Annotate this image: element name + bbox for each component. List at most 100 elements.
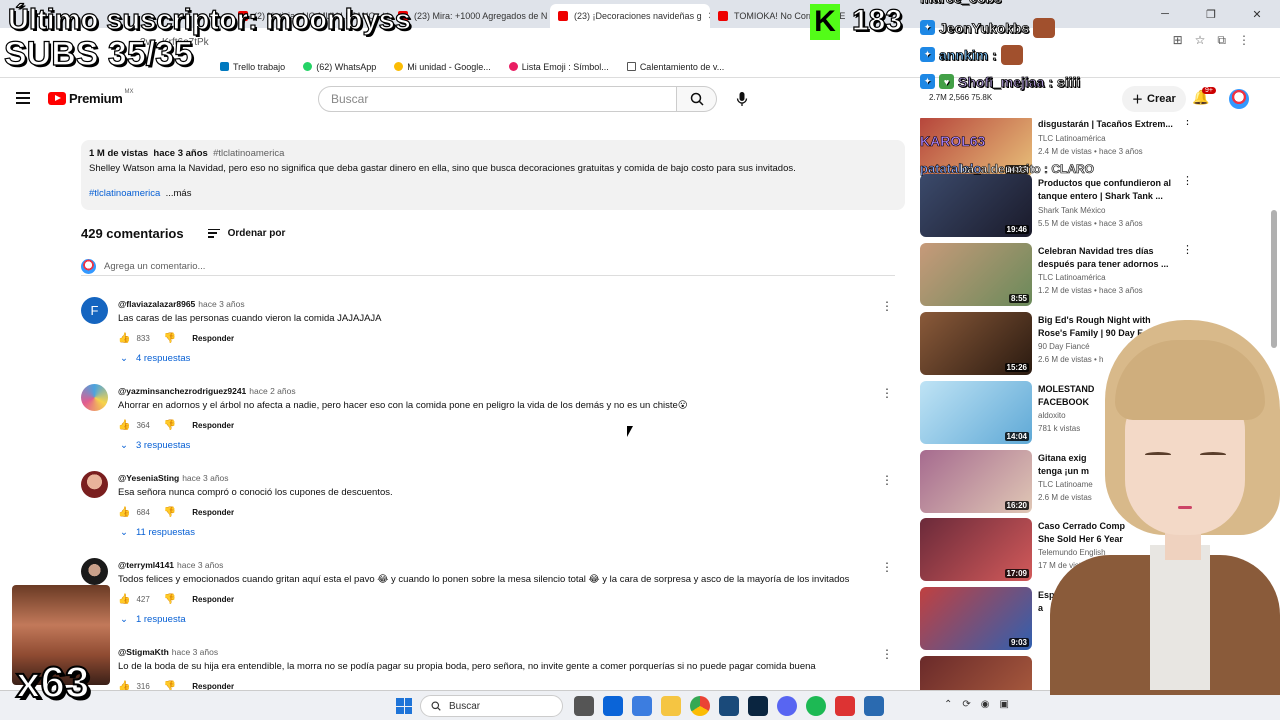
dislike-icon[interactable]: 👎 xyxy=(164,507,176,518)
maximize-icon[interactable]: ❐ xyxy=(1188,0,1234,28)
comment-time[interactable]: hace 2 años xyxy=(249,386,295,396)
reply-button[interactable]: Responder xyxy=(192,682,234,690)
reply-button[interactable]: Responder xyxy=(192,508,234,517)
dislike-icon[interactable]: 👎 xyxy=(164,420,176,431)
like-icon[interactable]: 👍 xyxy=(118,420,130,431)
extension-icon[interactable]: ⧉ xyxy=(1217,33,1226,48)
tray-app-icon[interactable]: ◉ xyxy=(981,699,990,710)
dislike-icon[interactable]: 👎 xyxy=(164,594,176,605)
reply-button[interactable]: Responder xyxy=(192,595,234,604)
comment-menu-icon[interactable]: ⋮ xyxy=(881,647,893,661)
hashtag-link[interactable]: #tlclatinoamerica xyxy=(89,188,160,199)
install-icon[interactable]: ⊞ xyxy=(1173,33,1183,48)
commenter-avatar[interactable] xyxy=(81,384,108,411)
sort-comments-button[interactable]: Ordenar por xyxy=(207,228,285,239)
hamburger-menu-icon[interactable] xyxy=(16,92,30,104)
comment-menu-icon[interactable]: ⋮ xyxy=(881,386,893,400)
video-menu-icon[interactable]: ⋮ xyxy=(1182,118,1193,127)
youtube-premium-logo[interactable]: Premium MX xyxy=(48,89,134,106)
like-icon[interactable]: 👍 xyxy=(118,594,130,605)
app-icon[interactable] xyxy=(835,696,855,716)
author-link[interactable]: @yazminsanchezrodriguez9241 xyxy=(118,386,246,396)
channel-name[interactable]: TLC Latinoamérica xyxy=(1038,134,1106,143)
video-thumbnail[interactable]: 15:26 xyxy=(920,312,1032,375)
author-link[interactable]: @StigmaKth xyxy=(118,647,169,657)
account-avatar[interactable] xyxy=(1229,89,1249,109)
channel-name[interactable]: TLC Latinoamérica xyxy=(1038,273,1106,282)
view-replies-button[interactable]: ⌄ 4 respuestas xyxy=(120,353,190,364)
view-replies-button[interactable]: ⌄ 1 respuesta xyxy=(120,614,186,625)
video-title[interactable]: Celebran Navidad tres días después para … xyxy=(1038,245,1176,271)
bookmark-item[interactable]: Mi unidad - Google... xyxy=(394,62,491,72)
vtube-icon[interactable] xyxy=(864,696,884,716)
video-title[interactable]: Productos que confundieron al tanque ent… xyxy=(1038,177,1176,203)
video-thumbnail[interactable]: 16:20 xyxy=(920,450,1032,513)
bookmark-item[interactable]: Calentamiento de v... xyxy=(626,62,724,72)
comment-menu-icon[interactable]: ⋮ xyxy=(881,299,893,313)
star-icon[interactable]: ☆ xyxy=(1195,33,1206,48)
view-replies-button[interactable]: ⌄ 3 respuestas xyxy=(120,440,190,451)
comment-time[interactable]: hace 3 años xyxy=(177,560,223,570)
comment-time[interactable]: hace 3 años xyxy=(182,473,228,483)
author-link[interactable]: @flaviazalazar8965 xyxy=(118,299,195,309)
comment-menu-icon[interactable]: ⋮ xyxy=(881,473,893,487)
file-explorer-icon[interactable] xyxy=(661,696,681,716)
dislike-icon[interactable]: 👎 xyxy=(164,681,176,690)
commenter-avatar[interactable] xyxy=(81,558,108,585)
bookmark-item[interactable]: Lista Emoji : Símbol... xyxy=(508,62,609,72)
channel-name[interactable]: Shark Tank México xyxy=(1038,206,1105,215)
video-thumbnail[interactable]: 17:09 xyxy=(920,518,1032,581)
comment-time[interactable]: hace 3 años xyxy=(198,299,244,309)
tray-app-icon[interactable]: ▣ xyxy=(1000,699,1009,710)
outlook-icon[interactable] xyxy=(603,696,623,716)
tray-chevron-icon[interactable]: ⌃ xyxy=(944,699,952,710)
bookmark-item[interactable]: Trello trabajo xyxy=(220,62,285,72)
photoshop-icon[interactable] xyxy=(748,696,768,716)
show-more-link[interactable]: ...más xyxy=(166,188,192,199)
taskbar-search[interactable]: Buscar xyxy=(420,695,563,717)
commenter-avatar[interactable]: F xyxy=(81,297,108,324)
like-icon[interactable]: 👍 xyxy=(118,681,130,690)
menu-dots-icon[interactable]: ⋮ xyxy=(1238,33,1250,48)
like-icon[interactable]: 👍 xyxy=(118,507,130,518)
minimize-icon[interactable]: ─ xyxy=(1142,0,1188,28)
video-thumbnail[interactable]: 8:55 xyxy=(920,243,1032,306)
browser-tab-active[interactable]: (23) ¡Decoraciones navideñas g✕ xyxy=(550,4,710,28)
search-button[interactable] xyxy=(677,86,717,112)
task-view-icon[interactable] xyxy=(574,696,594,716)
reply-button[interactable]: Responder xyxy=(192,334,234,343)
tray-app-icon[interactable]: ⟳ xyxy=(962,699,970,710)
video-menu-icon[interactable]: ⋮ xyxy=(1182,243,1193,256)
vegas-icon[interactable] xyxy=(719,696,739,716)
recommended-video[interactable]: 19:46 Productos que confundieron al tanq… xyxy=(920,174,1193,238)
like-icon[interactable]: 👍 xyxy=(118,333,130,344)
bookmark-item[interactable]: (62) WhatsApp xyxy=(303,62,376,72)
description-tag-link[interactable]: #tlclatinoamerica xyxy=(213,148,284,159)
spotify-icon[interactable] xyxy=(806,696,826,716)
video-thumbnail[interactable]: 19:46 xyxy=(920,174,1032,237)
video-menu-icon[interactable]: ⋮ xyxy=(1182,174,1193,187)
close-tab-icon[interactable]: ✕ xyxy=(702,11,710,22)
voice-search-button[interactable] xyxy=(728,86,756,112)
reply-button[interactable]: Responder xyxy=(192,421,234,430)
add-comment-input[interactable]: Agrega un comentario... xyxy=(81,258,895,276)
close-window-icon[interactable]: ✕ xyxy=(1234,0,1280,28)
author-link[interactable]: @terryml4141 xyxy=(118,560,174,570)
chrome-icon[interactable] xyxy=(690,696,710,716)
author-link[interactable]: @YeseniaSting xyxy=(118,473,179,483)
video-thumbnail[interactable] xyxy=(920,656,1032,690)
comment-time[interactable]: hace 3 años xyxy=(172,647,218,657)
dislike-icon[interactable]: 👎 xyxy=(164,333,176,344)
browser-tab[interactable]: TOMIOKA! No Corras! OPE ✕ xyxy=(710,4,870,28)
video-title[interactable]: disgustarán | Tacaños Extrem... xyxy=(1038,118,1176,131)
create-button[interactable]: ＋ Crear xyxy=(1122,86,1186,112)
video-thumbnail[interactable]: 14:04 xyxy=(920,381,1032,444)
store-icon[interactable] xyxy=(632,696,652,716)
search-input[interactable]: Buscar xyxy=(318,86,677,112)
comment-menu-icon[interactable]: ⋮ xyxy=(881,560,893,574)
video-description[interactable]: 1 M de vistas hace 3 años #tlclatinoamer… xyxy=(81,140,905,210)
browser-tab[interactable]: (23) Mira: +1000 Agregados de N✕ xyxy=(390,4,550,28)
windows-start-icon[interactable] xyxy=(396,698,412,714)
view-replies-button[interactable]: ⌄ 11 respuestas xyxy=(120,527,195,538)
video-thumbnail[interactable]: 9:03 xyxy=(920,587,1032,650)
